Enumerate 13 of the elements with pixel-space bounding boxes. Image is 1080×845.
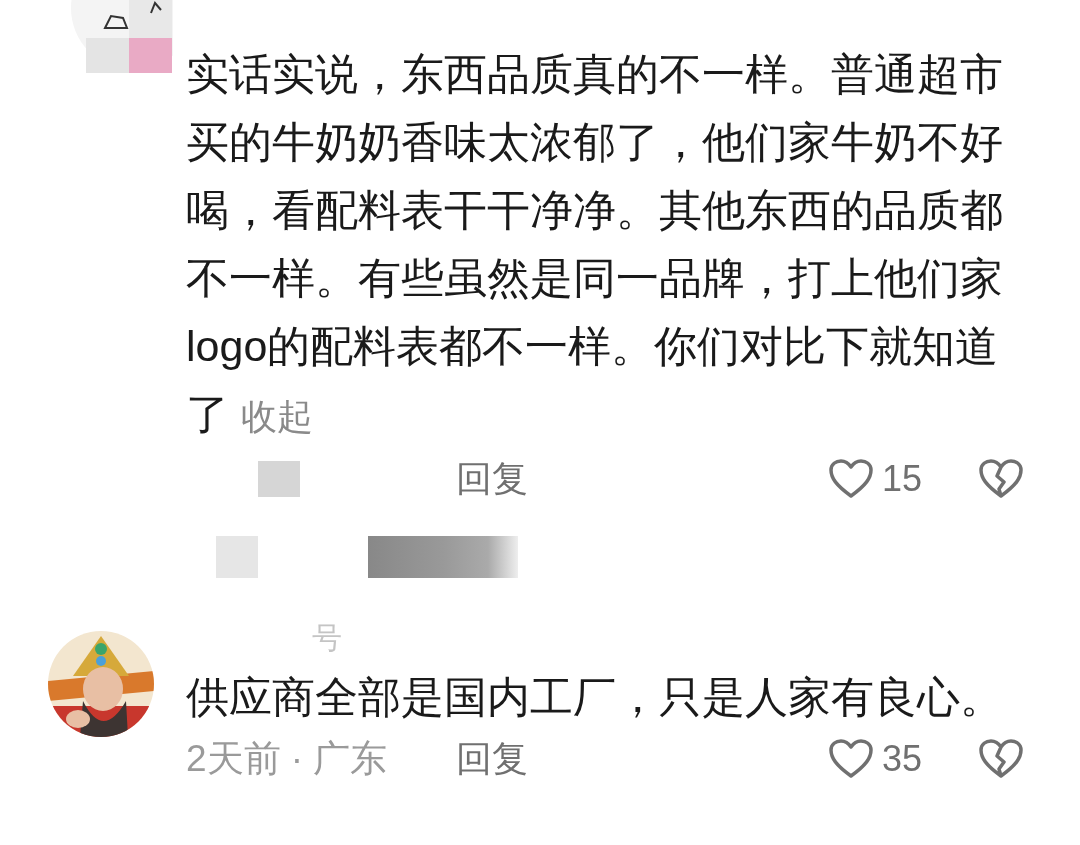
comment-text: 实话实说，东西品质真的不一样。普通超市买的牛奶奶香味太浓郁了，他们家牛奶不好喝，看配料表干干净净。其他东西的品质都不一样。有些虽然是同一品牌，打上他们家logo的配料表都不一样。你们对比下就知道了 收起 <box>186 49 1004 440</box>
broken-heart-icon[interactable] <box>978 738 1024 780</box>
broken-heart-icon[interactable] <box>978 458 1024 500</box>
like-count: 15 <box>882 457 923 501</box>
heart-icon[interactable] <box>828 458 874 500</box>
like-count: 35 <box>882 737 923 781</box>
comment-text: 供应商全部是国内工厂，只是人家有良心。 <box>186 672 1004 723</box>
heart-icon[interactable] <box>828 738 874 780</box>
reply-link[interactable]: 回复 <box>456 452 528 506</box>
reply-link[interactable]: 回复 <box>456 732 528 786</box>
mosaic-block <box>216 536 258 578</box>
comment-meta: 2天前 · 广东 <box>186 737 388 782</box>
collapse-link[interactable]: 收起 <box>241 396 313 437</box>
